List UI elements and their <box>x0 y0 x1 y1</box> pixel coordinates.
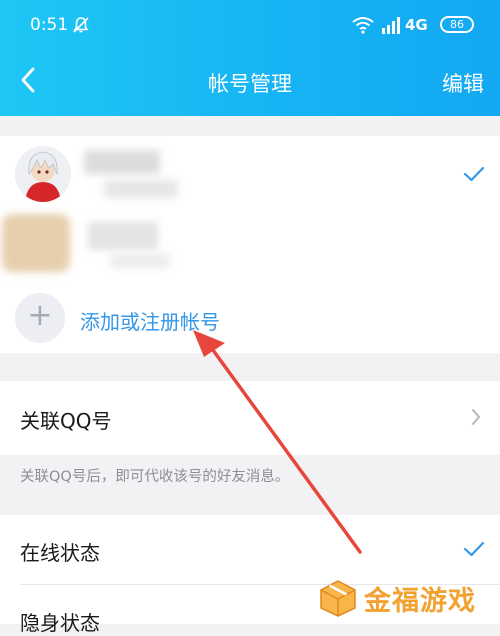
account-list: + 添加或注册帐号 <box>0 136 500 353</box>
blurred-avatar <box>2 214 70 272</box>
link-qq-row[interactable]: 关联QQ号 <box>0 381 500 455</box>
app-header: 0:51 4G 86 帐号管理 编辑 <box>0 0 500 116</box>
avatar-image <box>15 146 71 202</box>
status-time: 0:51 <box>30 15 69 35</box>
wifi-icon <box>352 17 374 34</box>
link-qq-label: 关联QQ号 <box>20 409 112 433</box>
battery-indicator: 86 <box>440 16 474 33</box>
link-qq-description: 关联QQ号后，即可代收该号的好友消息。 <box>20 469 290 485</box>
edit-button[interactable]: 编辑 <box>442 68 484 98</box>
network-type: 4G <box>405 16 428 34</box>
gift-box-icon <box>320 580 356 617</box>
blurred-account-id <box>110 254 170 268</box>
online-status-label: 在线状态 <box>20 541 100 565</box>
nav-bar: 帐号管理 编辑 <box>0 52 500 112</box>
blurred-account-name <box>88 222 158 250</box>
account-item-current[interactable] <box>0 136 500 208</box>
blurred-account-id <box>104 180 178 198</box>
hidden-status-label[interactable]: 隐身状态 <box>20 607 100 636</box>
chevron-right-icon <box>472 409 480 425</box>
selected-check-icon <box>463 541 485 557</box>
add-account-label[interactable]: 添加或注册帐号 <box>80 306 220 335</box>
mute-bell-icon <box>73 17 89 33</box>
account-item-second[interactable] <box>0 208 500 278</box>
avatar <box>15 146 71 202</box>
watermark-logo: 金福游戏 <box>312 574 498 622</box>
plus-icon[interactable]: + <box>15 293 65 343</box>
signal-icon <box>382 17 400 34</box>
blurred-account-name <box>84 150 160 174</box>
watermark-text: 金福游戏 <box>364 586 476 617</box>
status-bar: 0:51 4G 86 <box>0 0 500 50</box>
selected-check-icon <box>463 166 485 182</box>
page-title: 帐号管理 <box>208 72 292 96</box>
